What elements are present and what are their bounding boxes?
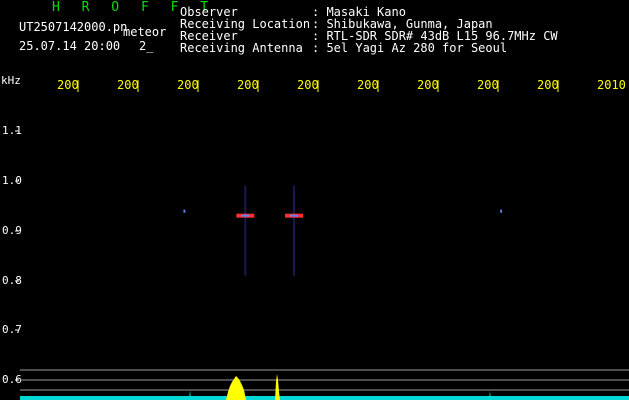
echo-streak [293, 185, 296, 276]
x-tick-marks [77, 80, 559, 92]
spectrum-peak [275, 374, 280, 400]
spectrum-spike [489, 391, 491, 400]
spectrum-spike [189, 390, 191, 400]
y-tick-marks [15, 130, 19, 381]
echo-core [290, 214, 299, 217]
echo-layer [183, 185, 503, 276]
meteor-echo [500, 209, 503, 213]
echo-core [241, 214, 250, 217]
spectrum-baseline [20, 396, 629, 400]
hroft-display: H R O F F T UT2507142000.pn meteor 25.07… [0, 0, 629, 400]
meteor-echo [183, 209, 186, 213]
spectrogram-plot [15, 80, 629, 400]
echo-streak [244, 185, 247, 276]
